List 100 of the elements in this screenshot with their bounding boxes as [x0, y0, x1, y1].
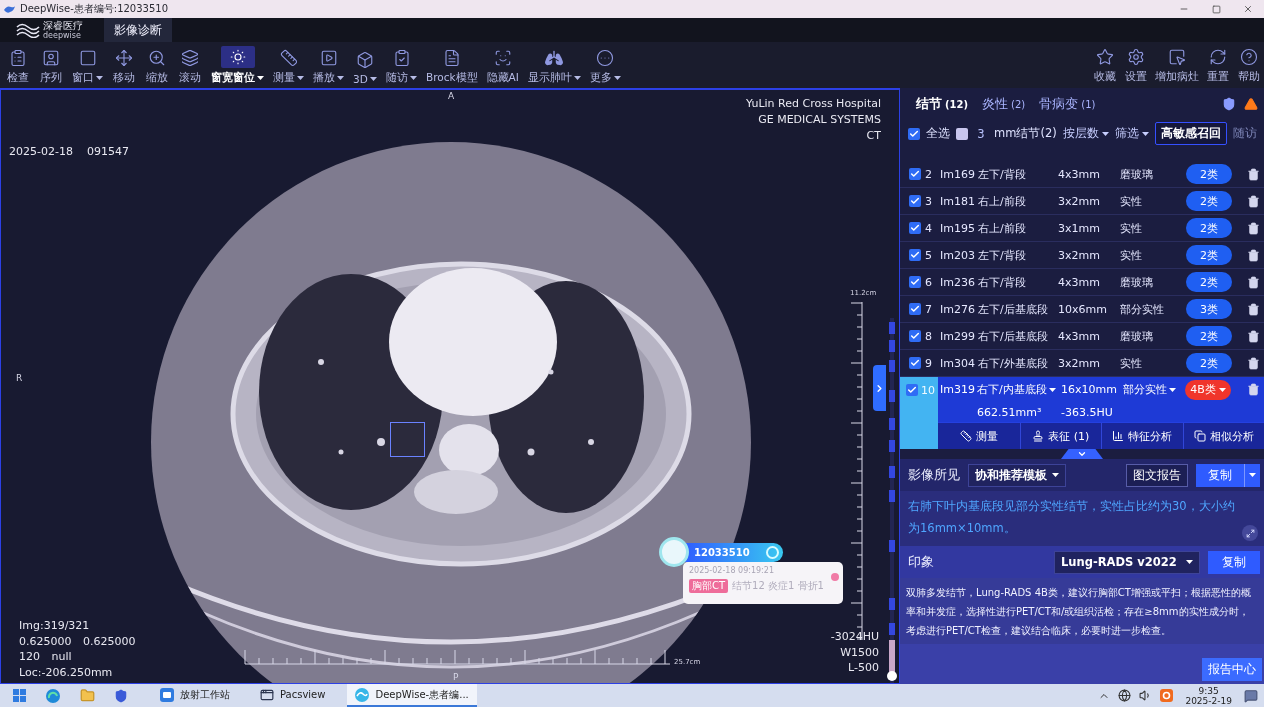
toolbar-button[interactable]: 隐藏AI — [482, 47, 523, 85]
nodule-row[interactable]: 7 Im276 左下/后基底段 10x6mm 部分实性 3类 — [900, 296, 1264, 323]
checkbox[interactable] — [909, 249, 921, 261]
checkbox[interactable] — [909, 222, 921, 234]
taskbar-app[interactable]: DeepWise-患者编... — [347, 684, 477, 707]
trash-icon[interactable] — [1247, 383, 1260, 396]
expand-button[interactable] — [1242, 525, 1258, 541]
toolbar-button[interactable]: 移动 — [108, 47, 140, 85]
panel-toggle-button[interactable] — [873, 365, 886, 411]
toolbar-button[interactable]: 测量 — [269, 47, 308, 85]
toolbar-button[interactable]: 随访 — [382, 47, 421, 85]
trash-icon[interactable] — [1247, 356, 1260, 370]
panel-tab[interactable]: 结节 (12) — [916, 95, 969, 113]
filter-dropdown[interactable]: 筛选 — [1114, 126, 1149, 141]
nodule-row[interactable]: 6 Im236 右下/背段 4x3mm 磨玻璃 2类 — [900, 269, 1264, 296]
panel-tab[interactable]: 骨病变 (1) — [1039, 95, 1096, 113]
toolbar-button[interactable]: 增加病灶 — [1152, 46, 1202, 84]
taskbar-app[interactable]: Pacsview — [252, 684, 334, 707]
toolbar-button[interactable]: 窗宽窗位 — [207, 45, 268, 85]
checkbox[interactable] — [909, 303, 921, 315]
window-level-text: -3024HU — [830, 629, 879, 645]
trash-icon[interactable] — [1247, 194, 1260, 208]
trash-icon[interactable] — [1247, 248, 1260, 262]
density-cell-text: -363.5HU — [1061, 405, 1114, 419]
section-title: 印象 — [908, 553, 934, 571]
copy-menu-button[interactable] — [1244, 463, 1260, 487]
toolbar-button[interactable]: 显示肺叶 — [523, 47, 585, 85]
report-center-button[interactable]: 报告中心 — [1202, 658, 1262, 681]
template-dropdown[interactable]: 协和推荐模板 — [968, 463, 1066, 487]
collapse-tab[interactable] — [1061, 449, 1103, 459]
app-tab[interactable]: 影像诊断 — [104, 18, 172, 42]
nodule-action-button[interactable]: 特征分析 — [1101, 423, 1183, 449]
report-button[interactable]: 图文报告 — [1126, 463, 1188, 487]
template-dropdown[interactable]: Lung-RADS v2022 — [1054, 550, 1200, 574]
recall-button[interactable]: 高敏感召回 — [1154, 122, 1227, 145]
shield-icon[interactable] — [1222, 97, 1236, 111]
slice-scrollbar[interactable] — [887, 318, 897, 683]
tray-button[interactable] — [1118, 689, 1132, 702]
category-tag: 2类 — [1186, 218, 1232, 238]
checkbox[interactable] — [909, 276, 921, 288]
findings-text: 右肺下叶内基底段见部分实性结节，实性占比约为30，大小约为16mm×10mm。 — [908, 498, 1236, 537]
panel-tab[interactable]: 炎性 (2) — [982, 95, 1026, 113]
input-method-icon — [1160, 689, 1174, 702]
findings-text-area[interactable]: 右肺下叶内基底段见部分实性结节，实性占比约为30，大小约为16mm×10mm。 — [900, 491, 1264, 546]
row-number: 2 — [924, 167, 933, 181]
globe-icon — [1118, 689, 1132, 702]
checkbox[interactable] — [956, 127, 968, 140]
nodule-action-button[interactable]: 测量 — [938, 423, 1020, 449]
nodule-row[interactable]: 10 Im319 右下/内基底段 16x10mm 部分实性 4B类 662.51mm³ -363.5HU 测量 表征 (1) 特征分析 相似分析 — [900, 377, 1264, 449]
row-number: 7 — [924, 302, 933, 316]
toolbar-button[interactable]: 窗口 — [68, 47, 107, 85]
nodule-row[interactable]: 4 Im195 右上/前段 3x1mm 实性 2类 — [900, 215, 1264, 242]
toolbar-button[interactable]: 帮助 — [1234, 46, 1264, 84]
category-dropdown[interactable]: 4B类 — [1185, 379, 1231, 400]
checkbox[interactable] — [909, 330, 921, 342]
nodule-action-button[interactable]: 相似分析 — [1182, 423, 1264, 449]
location-dropdown[interactable]: 右下/内基底段 — [977, 382, 1056, 397]
checkbox[interactable] — [908, 127, 920, 140]
copy-button[interactable]: 复制 — [1208, 550, 1260, 574]
taskbar-app[interactable]: 放射工作站 — [152, 684, 238, 707]
trash-icon[interactable] — [1247, 302, 1260, 316]
nodule-row[interactable]: 5 Im203 左下/背段 3x2mm 实性 2类 — [900, 242, 1264, 269]
nodule-marker[interactable] — [390, 422, 425, 457]
toolbar-button[interactable]: 缩放 — [141, 47, 173, 85]
toolbar-button[interactable]: 检查 — [2, 47, 34, 85]
followup-button[interactable]: 随访 — [1232, 126, 1257, 141]
size-threshold-field[interactable]: 3 — [974, 126, 988, 141]
type-dropdown[interactable]: 部分实性 — [1123, 382, 1176, 397]
checkbox[interactable] — [909, 195, 921, 207]
toolbar-button[interactable]: Brock模型 — [422, 47, 482, 85]
impression-text-area[interactable]: 双肺多发结节，Lung-RADS 4B类，建议行胸部CT增强或平扫；根据恶性的概率和并发症，选择性进行PET/CT和/或组织活检；存在≥8mm的实性成分时，考虑进行PET/CT检查，建议结合临床，必要时进一步检查。 — [900, 578, 1264, 644]
toolbar-button[interactable]: 播放 — [309, 47, 348, 85]
trash-icon[interactable] — [1247, 329, 1260, 343]
tray-button[interactable] — [1244, 688, 1258, 703]
toolbar-button[interactable]: 收藏 — [1090, 46, 1120, 84]
toolbar-button[interactable]: 3D — [349, 49, 381, 85]
location-cell-text: 右上/前段 — [978, 220, 1027, 236]
finding-summary: 结节12 炎症1 骨折1 — [732, 579, 824, 593]
sort-dropdown[interactable]: 按层数 — [1062, 126, 1109, 141]
toolbar-button[interactable]: 序列 — [35, 47, 67, 85]
windows-logo-icon — [12, 689, 26, 702]
toolbar-button[interactable]: 设置 — [1121, 46, 1151, 84]
copy-button[interactable]: 复制 — [1196, 463, 1244, 487]
window-level-text: L-500 — [848, 660, 879, 676]
warning-icon[interactable] — [1244, 97, 1258, 111]
clock-button[interactable]: 9:35 2025-2-19 — [1181, 685, 1236, 706]
star-icon — [1095, 46, 1115, 67]
checkbox[interactable] — [906, 384, 918, 396]
toolbar-button[interactable]: 滚动 — [174, 47, 206, 85]
trash-icon[interactable] — [1247, 275, 1260, 289]
toolbar-button[interactable]: 重置 — [1203, 46, 1233, 84]
toolbar-button[interactable]: 更多 — [585, 47, 625, 85]
nodule-row[interactable]: 8 Im299 右下/后基底段 4x3mm 磨玻璃 2类 — [900, 323, 1264, 350]
trash-icon[interactable] — [1247, 167, 1260, 181]
checkbox[interactable] — [909, 168, 921, 180]
nodule-row[interactable]: 3 Im181 右上/前段 3x2mm 实性 2类 — [900, 188, 1264, 215]
nodule-row[interactable]: 2 Im169 左下/背段 4x3mm 磨玻璃 2类 — [900, 161, 1264, 188]
settings-icon — [1126, 46, 1146, 67]
checkbox[interactable] — [909, 357, 921, 369]
trash-icon[interactable] — [1247, 221, 1260, 235]
